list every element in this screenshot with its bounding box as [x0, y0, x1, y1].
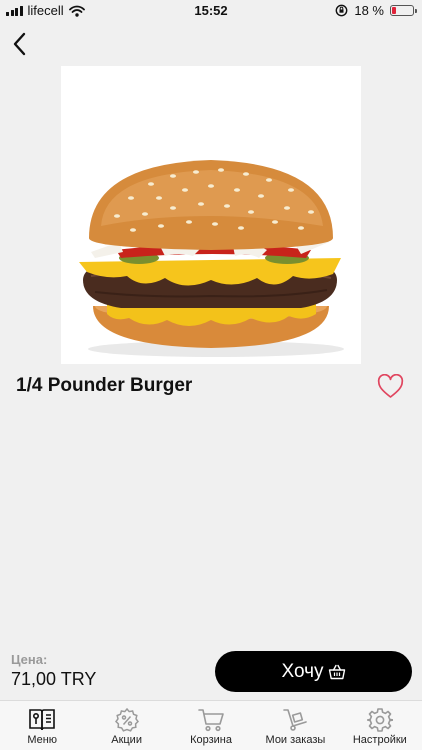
gear-icon — [366, 708, 393, 732]
basket-icon — [328, 664, 345, 679]
order-button-label: Хочу — [281, 660, 324, 682]
tab-settings[interactable]: Настройки — [338, 701, 422, 750]
product-screen: lifecell 15:52 18 % 1/4 Pounder Burger Ц… — [0, 0, 422, 750]
tab-my-orders[interactable]: Мои заказы — [253, 701, 337, 750]
chevron-left-icon — [13, 32, 26, 56]
orientation-lock-icon — [335, 4, 348, 17]
order-button[interactable]: Хочу — [215, 651, 412, 692]
product-image — [61, 66, 361, 364]
back-button[interactable] — [10, 30, 32, 58]
status-bar: lifecell 15:52 18 % — [0, 0, 422, 22]
tab-cart[interactable]: Корзина — [169, 701, 253, 750]
status-right: 18 % — [335, 3, 417, 18]
favorite-button[interactable] — [377, 373, 404, 399]
tab-settings-label: Настройки — [352, 734, 407, 746]
product-title: 1/4 Pounder Burger — [16, 375, 193, 396]
tab-cart-label: Корзина — [190, 734, 232, 746]
cart-icon — [198, 709, 224, 732]
tab-promotions[interactable]: Акции — [84, 701, 168, 750]
heart-outline-icon — [377, 373, 404, 398]
price-label: Цена: — [11, 652, 48, 667]
tab-promotions-label: Акции — [111, 734, 142, 746]
price-value: 71,00 TRY — [11, 669, 97, 689]
tab-menu[interactable]: Меню — [0, 701, 84, 750]
discount-gear-icon — [114, 707, 139, 732]
battery-icon — [390, 5, 417, 16]
burger-image — [79, 160, 344, 357]
menu-book-icon — [29, 709, 56, 731]
tab-menu-label: Меню — [27, 734, 58, 746]
battery-percent: 18 % — [354, 3, 384, 18]
hand-truck-icon — [283, 709, 308, 731]
tab-bar: Меню Акции Корзина Мои заказы Настройки — [0, 700, 422, 750]
tab-my-orders-label: Мои заказы — [265, 734, 326, 746]
